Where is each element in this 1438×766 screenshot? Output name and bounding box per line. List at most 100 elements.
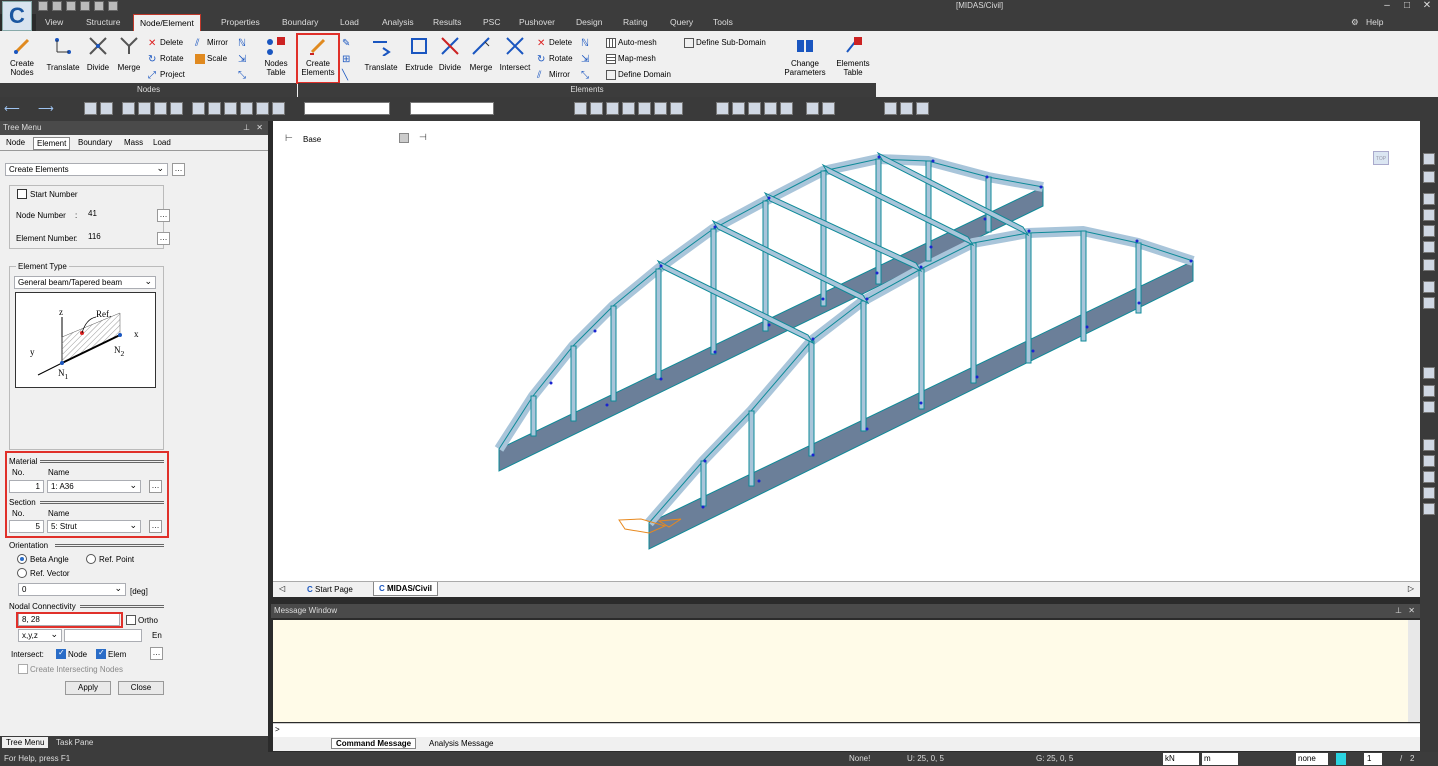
toolbar-icon-2[interactable] xyxy=(100,102,113,115)
command-select[interactable]: Create Elements xyxy=(5,162,168,176)
beta-angle-select[interactable]: 0 xyxy=(18,582,126,596)
nodes-table-button[interactable]: Nodes Table xyxy=(260,36,292,80)
beta-angle-radio[interactable] xyxy=(17,554,27,564)
toolbar-icon-12[interactable] xyxy=(272,102,285,115)
toolbar-icon-9[interactable] xyxy=(224,102,237,115)
auto-mesh-button[interactable]: Auto-mesh xyxy=(606,38,657,48)
tab-element[interactable]: Element xyxy=(33,137,71,150)
print-icon[interactable] xyxy=(94,1,104,11)
toolbar-icon-28[interactable] xyxy=(900,102,913,115)
pan-icon[interactable] xyxy=(1423,401,1435,413)
menu-properties[interactable]: Properties xyxy=(221,17,260,27)
view-tool-6[interactable] xyxy=(1423,241,1435,253)
start-number-toggle[interactable] xyxy=(17,189,27,199)
zoom-icon[interactable] xyxy=(1423,367,1435,379)
zoom-all-icon[interactable] xyxy=(1423,503,1435,515)
element-extra-icon-1[interactable]: ℕ xyxy=(581,38,589,49)
gear-icon[interactable]: ⚙ xyxy=(1351,17,1359,28)
open-file-icon[interactable] xyxy=(52,1,62,11)
toolbar-icon-13[interactable] xyxy=(574,102,587,115)
app-logo-icon[interactable]: C xyxy=(2,1,32,31)
toolbar-icon-27[interactable] xyxy=(884,102,897,115)
force-unit-select[interactable]: kN xyxy=(1163,753,1199,765)
tab-task-pane[interactable]: Task Pane xyxy=(56,738,93,747)
menu-psc[interactable]: PSC xyxy=(483,17,500,27)
element-number-more-button[interactable]: … xyxy=(157,232,170,245)
menu-boundary[interactable]: Boundary xyxy=(282,17,318,27)
nodes-mirror-button[interactable]: ⫽ Mirror xyxy=(195,38,228,49)
zoom-fit-icon[interactable] xyxy=(1423,439,1435,451)
close-panel-icon[interactable]: ✕ xyxy=(256,121,263,135)
tab-command-message[interactable]: Command Message xyxy=(331,738,417,749)
coordinate-input[interactable] xyxy=(64,629,142,642)
rotate-view-icon[interactable] xyxy=(1423,385,1435,397)
tab-node[interactable]: Node xyxy=(3,137,28,148)
toolbar-icon-7[interactable] xyxy=(192,102,205,115)
menu-query[interactable]: Query xyxy=(670,17,693,27)
toolbar-icon-8[interactable] xyxy=(208,102,221,115)
toolbar-icon-5[interactable] xyxy=(154,102,167,115)
toolbar-icon-14[interactable] xyxy=(590,102,603,115)
view-tool-5[interactable] xyxy=(1423,225,1435,237)
tab-midas-civil[interactable]: C MIDAS/Civil xyxy=(373,582,438,596)
coordinate-mode-select[interactable]: x,y,z xyxy=(18,628,62,642)
view-tool-9[interactable] xyxy=(1423,297,1435,309)
toolbar-icon-23[interactable] xyxy=(764,102,777,115)
undo-quick-icon[interactable] xyxy=(108,1,118,11)
menu-node-element[interactable]: Node/Element xyxy=(133,14,201,31)
nodes-merge-button[interactable]: Merge xyxy=(114,36,144,80)
pin-icon[interactable]: ⊥ xyxy=(243,121,250,135)
close-message-icon[interactable]: ✕ xyxy=(1408,604,1415,618)
view-tool-2[interactable] xyxy=(1423,171,1435,183)
scroll-left-icon[interactable]: ◁ xyxy=(279,584,285,593)
material-select[interactable]: 1: A36 xyxy=(47,479,141,493)
undo-icon[interactable]: ⟵ xyxy=(4,102,20,115)
define-domain-button[interactable]: Define Domain xyxy=(606,70,671,80)
toolbar-icon-18[interactable] xyxy=(654,102,667,115)
save-as-icon[interactable] xyxy=(80,1,90,11)
lock-icon[interactable] xyxy=(916,102,929,115)
toolbar-icon-16[interactable] xyxy=(622,102,635,115)
toolbar-icon-19[interactable] xyxy=(670,102,683,115)
node-number-more-button[interactable]: … xyxy=(157,209,170,222)
toolbar-select-1[interactable] xyxy=(304,102,390,115)
length-unit-select[interactable]: m xyxy=(1202,753,1238,765)
minimize-icon[interactable]: – xyxy=(1380,1,1394,12)
command-more-button[interactable]: … xyxy=(172,163,185,176)
menu-load[interactable]: Load xyxy=(340,17,359,27)
maximize-icon[interactable]: □ xyxy=(1400,1,1414,12)
elements-intersect-button[interactable]: Intersect xyxy=(497,36,533,80)
ref-point-radio[interactable] xyxy=(86,554,96,564)
nodes-rotate-button[interactable]: ↻ Rotate xyxy=(148,54,184,65)
nodes-project-button[interactable]: ⤢ Project xyxy=(148,70,185,81)
map-mesh-button[interactable]: Map-mesh xyxy=(606,54,656,64)
tab-analysis-message[interactable]: Analysis Message xyxy=(429,739,493,748)
help-menu[interactable]: Help xyxy=(1366,17,1383,27)
scroll-right-icon[interactable]: ▷ xyxy=(1408,584,1414,593)
menu-tools[interactable]: Tools xyxy=(713,17,733,27)
elements-table-button[interactable]: Elements Table xyxy=(834,36,872,80)
element-tool-icon-1[interactable]: ✎ xyxy=(342,38,350,49)
toolbar-icon-15[interactable] xyxy=(606,102,619,115)
zoom-in-icon[interactable] xyxy=(1423,471,1435,483)
tab-load[interactable]: Load xyxy=(150,137,174,148)
redo-icon[interactable]: ⟶ xyxy=(38,102,54,115)
node-number-field[interactable]: 41 xyxy=(85,208,151,221)
elements-delete-button[interactable]: ✕ Delete xyxy=(537,38,572,49)
close-window-icon[interactable]: ✕ xyxy=(1420,1,1434,12)
tab-tree-menu[interactable]: Tree Menu xyxy=(2,737,49,748)
view-tool-8[interactable] xyxy=(1423,281,1435,293)
nodes-delete-button[interactable]: ✕ Delete xyxy=(148,38,183,49)
view-tool-4[interactable] xyxy=(1423,209,1435,221)
intersect-more-button[interactable]: … xyxy=(150,647,163,660)
menu-view[interactable]: View xyxy=(45,17,63,27)
section-no-field[interactable]: 5 xyxy=(9,520,44,533)
nodes-extra-icon-3[interactable]: ⤡ xyxy=(238,70,250,82)
nodes-extra-icon-1[interactable]: ℕ xyxy=(238,38,250,50)
menu-structure[interactable]: Structure xyxy=(86,17,121,27)
menu-rating[interactable]: Rating xyxy=(623,17,648,27)
toolbar-select-2[interactable] xyxy=(410,102,494,115)
view-tool-3[interactable] xyxy=(1423,193,1435,205)
pin-icon[interactable]: ⊥ xyxy=(1395,604,1402,618)
toolbar-icon-25[interactable] xyxy=(806,102,819,115)
